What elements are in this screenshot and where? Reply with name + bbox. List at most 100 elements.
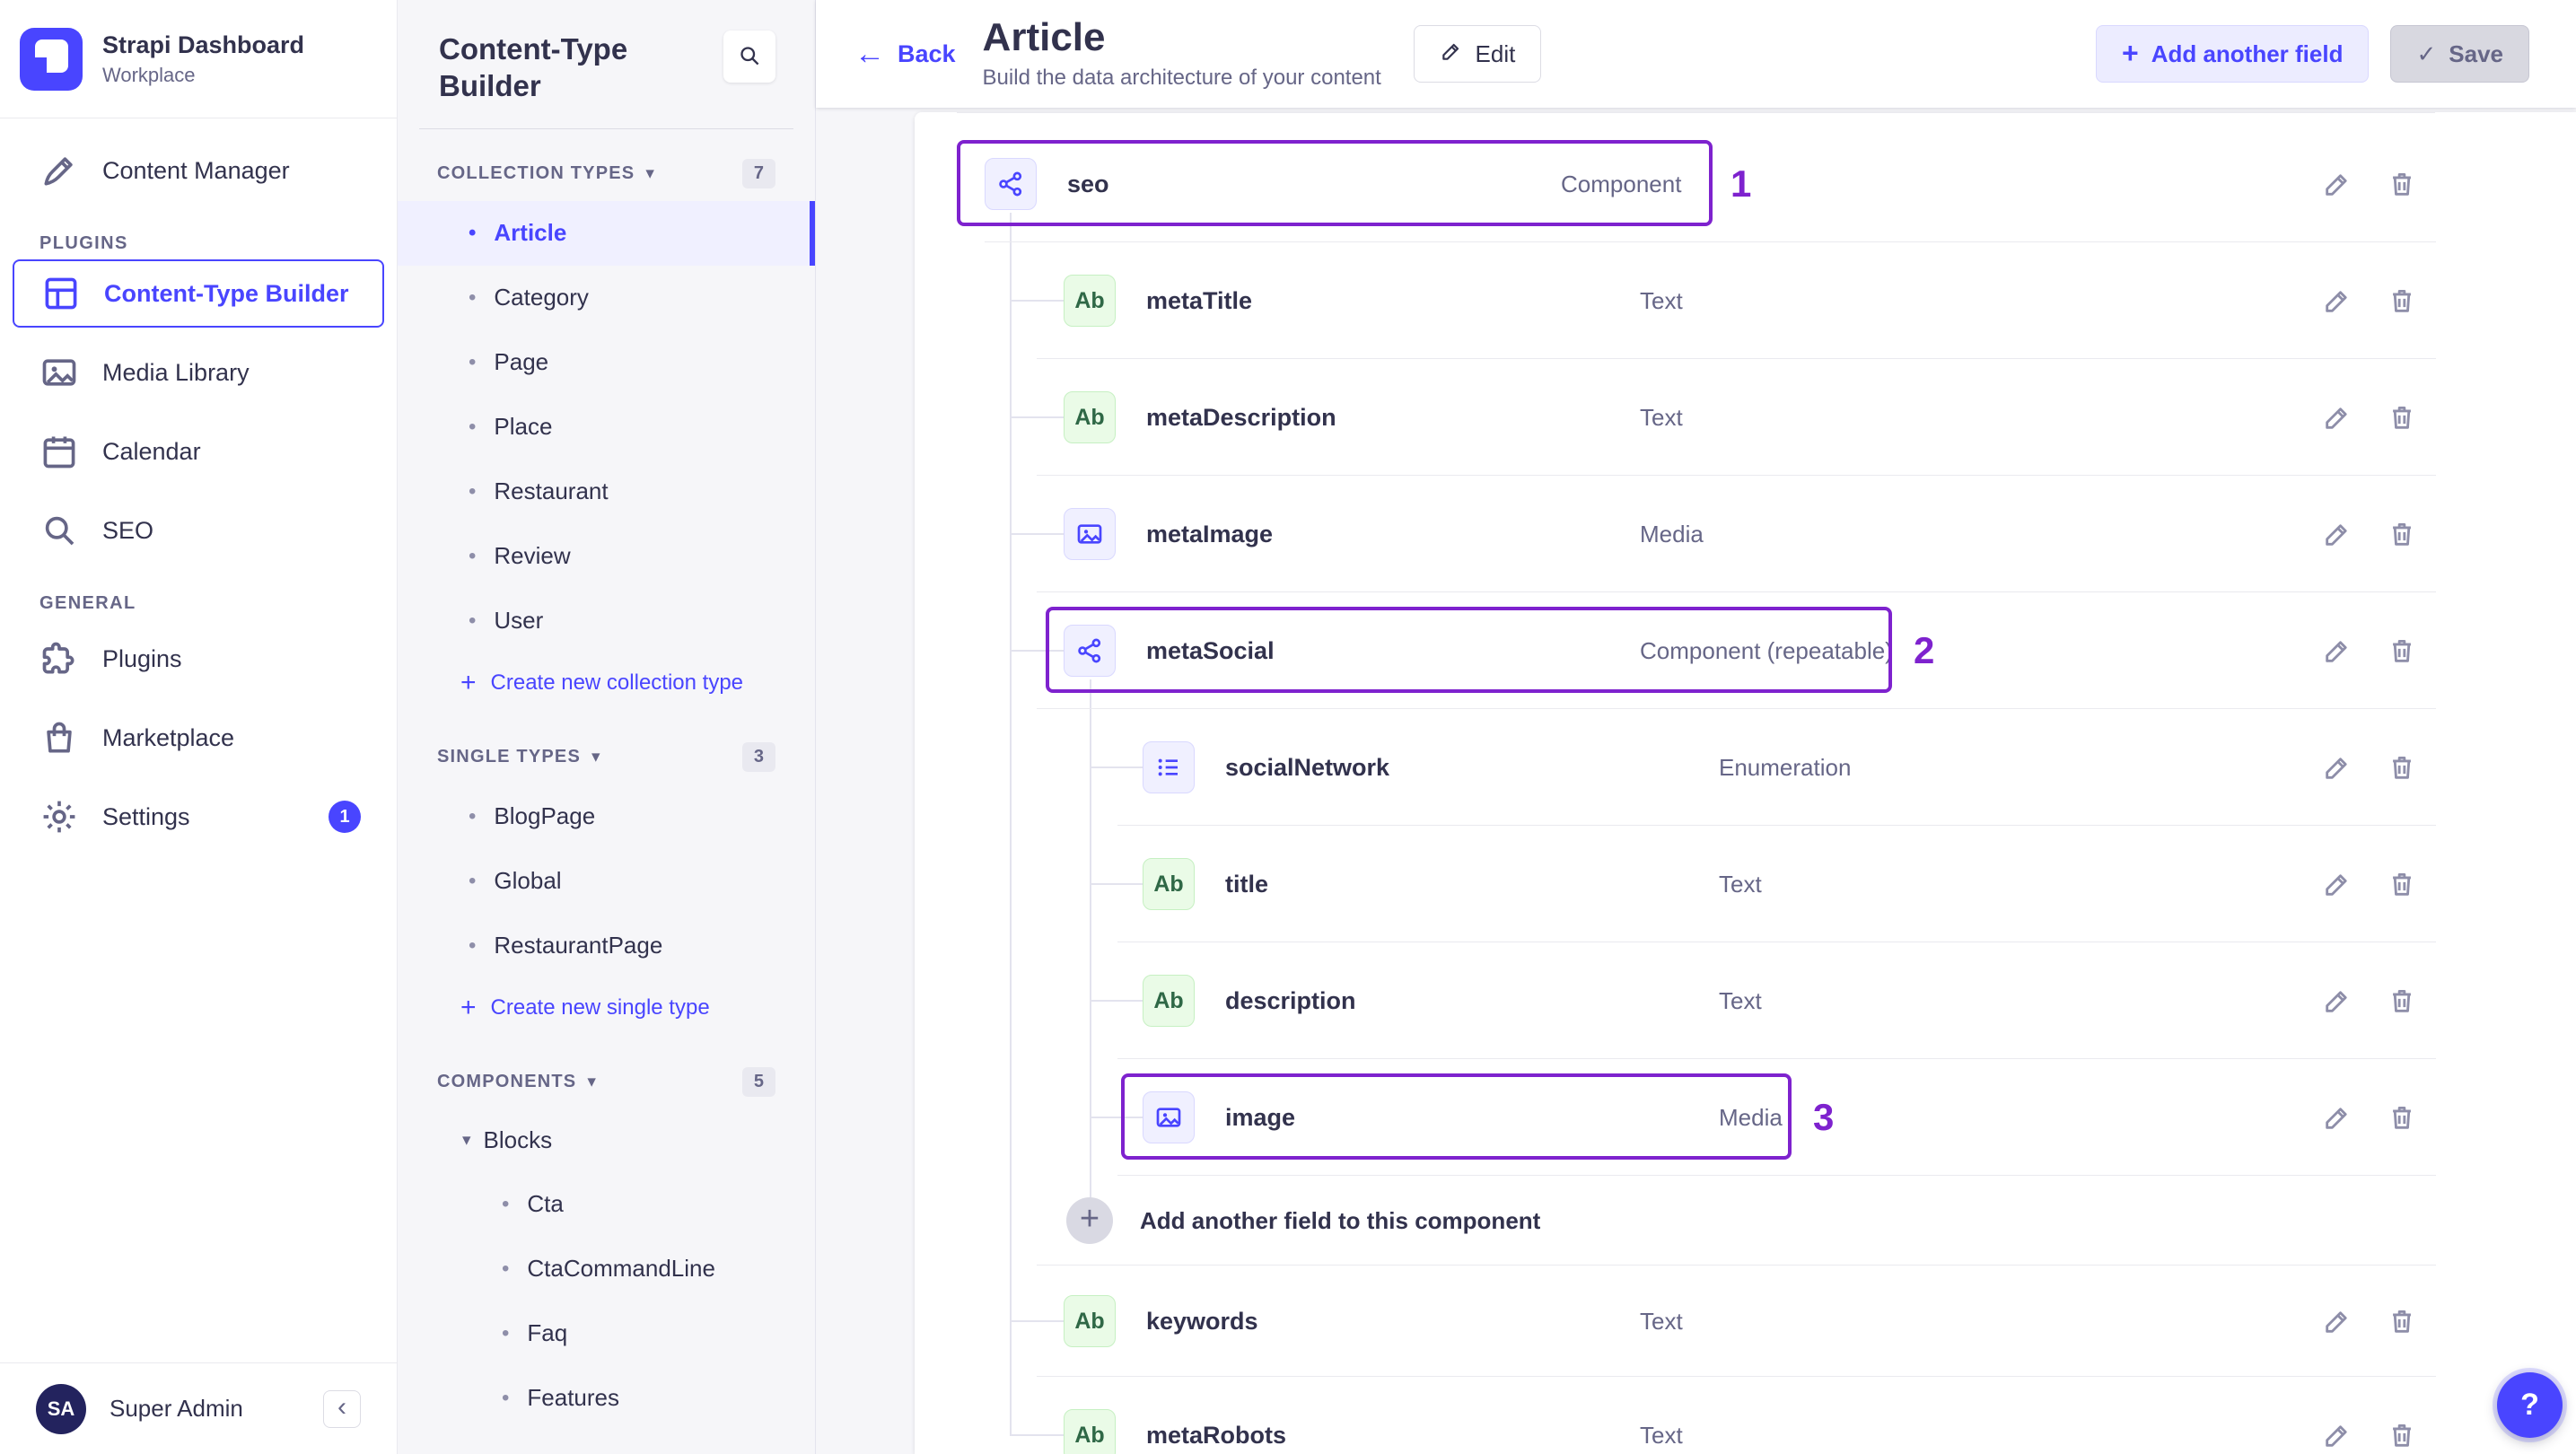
save-button[interactable]: ✓ Save bbox=[2390, 25, 2529, 83]
field-type: Text bbox=[1640, 1421, 1683, 1449]
single-types-header[interactable]: SINGLE TYPES ▾ 3 bbox=[398, 731, 815, 784]
edit-field-button[interactable] bbox=[2318, 864, 2357, 904]
sidebar-item-label: Content Manager bbox=[102, 156, 290, 184]
page-header: ← Back Article Build the data architectu… bbox=[816, 0, 2576, 108]
bullet-icon: • bbox=[469, 220, 477, 245]
add-field-to-component-row[interactable]: + Add another field to this component bbox=[985, 1176, 2436, 1266]
subnav-item-label: Category bbox=[494, 284, 589, 311]
delete-field-button[interactable] bbox=[2382, 1301, 2422, 1341]
sidebar-item-media-library[interactable]: Media Library bbox=[0, 333, 397, 412]
field-name: metaRobots bbox=[1146, 1421, 1287, 1449]
avatar[interactable]: SA bbox=[36, 1383, 86, 1434]
general-section-label: GENERAL bbox=[39, 593, 136, 613]
sidebar-item-label: Settings bbox=[102, 802, 190, 830]
sidebar-item-plugins[interactable]: Plugins bbox=[0, 619, 397, 698]
sidebar-item-calendar[interactable]: Calendar bbox=[0, 412, 397, 491]
sidebar-item-settings[interactable]: Settings 1 bbox=[0, 777, 397, 856]
subnav-item-global[interactable]: • Global bbox=[398, 849, 815, 914]
subnav-item-restaurantpage[interactable]: • RestaurantPage bbox=[398, 914, 815, 978]
search-button[interactable] bbox=[723, 31, 775, 83]
sidebar-item-marketplace[interactable]: Marketplace bbox=[0, 698, 397, 777]
delete-field-button[interactable] bbox=[2382, 631, 2422, 670]
chevron-down-icon: ▾ bbox=[587, 1073, 598, 1091]
sidebar-item-label: Marketplace bbox=[102, 723, 235, 751]
sidebar-item-label: Calendar bbox=[102, 437, 201, 465]
plus-icon: + bbox=[2122, 36, 2139, 69]
enumeration-field-icon bbox=[1143, 741, 1195, 793]
edit-field-button[interactable] bbox=[2318, 514, 2357, 554]
collection-types-header[interactable]: COLLECTION TYPES ▾ 7 bbox=[398, 147, 815, 201]
subnav-item-features[interactable]: • Features bbox=[398, 1366, 815, 1431]
create-collection-type-link[interactable]: + Create new collection type bbox=[398, 653, 815, 713]
sidebar-item-content-manager[interactable]: Content Manager bbox=[0, 131, 397, 210]
subnav-item-blogpage[interactable]: • BlogPage bbox=[398, 784, 815, 849]
delete-field-button[interactable] bbox=[2382, 1098, 2422, 1137]
edit-field-button[interactable] bbox=[2318, 164, 2357, 204]
main-sidebar: Strapi Dashboard Workplace Content Manag… bbox=[0, 0, 398, 1454]
text-field-icon: Ab bbox=[1064, 1409, 1116, 1454]
media-field-icon bbox=[1064, 508, 1116, 560]
delete-field-button[interactable] bbox=[2382, 164, 2422, 204]
text-field-icon: Ab bbox=[1143, 858, 1195, 910]
media-field-icon bbox=[1143, 1091, 1195, 1143]
subnav-item-user[interactable]: • User bbox=[398, 589, 815, 653]
delete-field-button[interactable] bbox=[2382, 514, 2422, 554]
edit-field-button[interactable] bbox=[2318, 631, 2357, 670]
delete-field-button[interactable] bbox=[2382, 398, 2422, 437]
add-another-field-button[interactable]: + Add another field bbox=[2096, 25, 2370, 83]
workspace-name: Workplace bbox=[102, 63, 196, 86]
delete-field-button[interactable] bbox=[2382, 864, 2422, 904]
search-icon bbox=[737, 43, 762, 71]
subnav-item-cta[interactable]: • Cta bbox=[398, 1172, 815, 1237]
subnav-item-review[interactable]: • Review bbox=[398, 524, 815, 589]
edit-field-button[interactable] bbox=[2318, 748, 2357, 787]
shopping-bag-icon bbox=[39, 718, 79, 758]
subnav-item-page[interactable]: • Page bbox=[398, 330, 815, 395]
component-field-icon bbox=[985, 158, 1037, 210]
delete-field-button[interactable] bbox=[2382, 748, 2422, 787]
sidebar-item-seo[interactable]: SEO bbox=[0, 491, 397, 570]
create-single-type-link[interactable]: + Create new single type bbox=[398, 978, 815, 1038]
edit-field-button[interactable] bbox=[2318, 1301, 2357, 1341]
field-name: metaDescription bbox=[1146, 403, 1336, 431]
subnav-item-label: User bbox=[494, 607, 544, 634]
bullet-icon: • bbox=[469, 543, 477, 568]
subnav-item-label: Features bbox=[527, 1384, 620, 1411]
components-header[interactable]: COMPONENTS ▾ 5 bbox=[398, 1055, 815, 1109]
collapse-icon: ‹ bbox=[337, 1391, 346, 1422]
edit-field-button[interactable] bbox=[2318, 1098, 2357, 1137]
sidebar-item-content-type-builder[interactable]: Content-Type Builder bbox=[13, 259, 384, 328]
subnav-item-label: Cta bbox=[527, 1190, 564, 1217]
edit-button[interactable]: Edit bbox=[1413, 25, 1542, 83]
delete-field-button[interactable] bbox=[2382, 981, 2422, 1020]
subnav-item-article[interactable]: • Article bbox=[398, 200, 815, 266]
edit-field-button[interactable] bbox=[2318, 281, 2357, 320]
title-block: Article Build the data architecture of y… bbox=[983, 17, 1414, 90]
text-field-icon: Ab bbox=[1064, 275, 1116, 327]
delete-field-button[interactable] bbox=[2382, 1415, 2422, 1454]
delete-field-button[interactable] bbox=[2382, 281, 2422, 320]
fields-list: seo Component 1 Ab metaTitle Text Ab met… bbox=[915, 112, 2576, 1454]
subnav-header: Content-Type Builder bbox=[398, 0, 815, 128]
edit-field-button[interactable] bbox=[2318, 1415, 2357, 1454]
help-button[interactable]: ? bbox=[2497, 1372, 2563, 1438]
check-icon: ✓ bbox=[2416, 39, 2437, 67]
field-row-metasocial: metaSocial Component (repeatable) 2 bbox=[985, 592, 2436, 709]
field-row-keywords: Ab keywords Text bbox=[985, 1266, 2436, 1377]
edit-label: Edit bbox=[1475, 39, 1516, 67]
field-row-socialnetwork: socialNetwork Enumeration bbox=[985, 709, 2436, 826]
subnav-item-restaurant[interactable]: • Restaurant bbox=[398, 460, 815, 524]
back-link[interactable]: ← Back bbox=[854, 39, 956, 69]
subnav-item-ctacommandline[interactable]: • CtaCommandLine bbox=[398, 1237, 815, 1301]
subnav-item-faq[interactable]: • Faq bbox=[398, 1301, 815, 1366]
sidebar-item-label: Plugins bbox=[102, 644, 182, 672]
edit-field-button[interactable] bbox=[2318, 398, 2357, 437]
section-label: SINGLE TYPES bbox=[437, 747, 581, 766]
app-title: Strapi Dashboard bbox=[102, 31, 305, 59]
collapse-sidebar-button[interactable]: ‹ bbox=[323, 1389, 361, 1428]
components-group-blocks[interactable]: ▾ Blocks bbox=[398, 1109, 815, 1172]
edit-field-button[interactable] bbox=[2318, 981, 2357, 1020]
subnav-item-place[interactable]: • Place bbox=[398, 395, 815, 460]
subnav-item-category[interactable]: • Category bbox=[398, 266, 815, 330]
field-name: keywords bbox=[1146, 1307, 1258, 1335]
